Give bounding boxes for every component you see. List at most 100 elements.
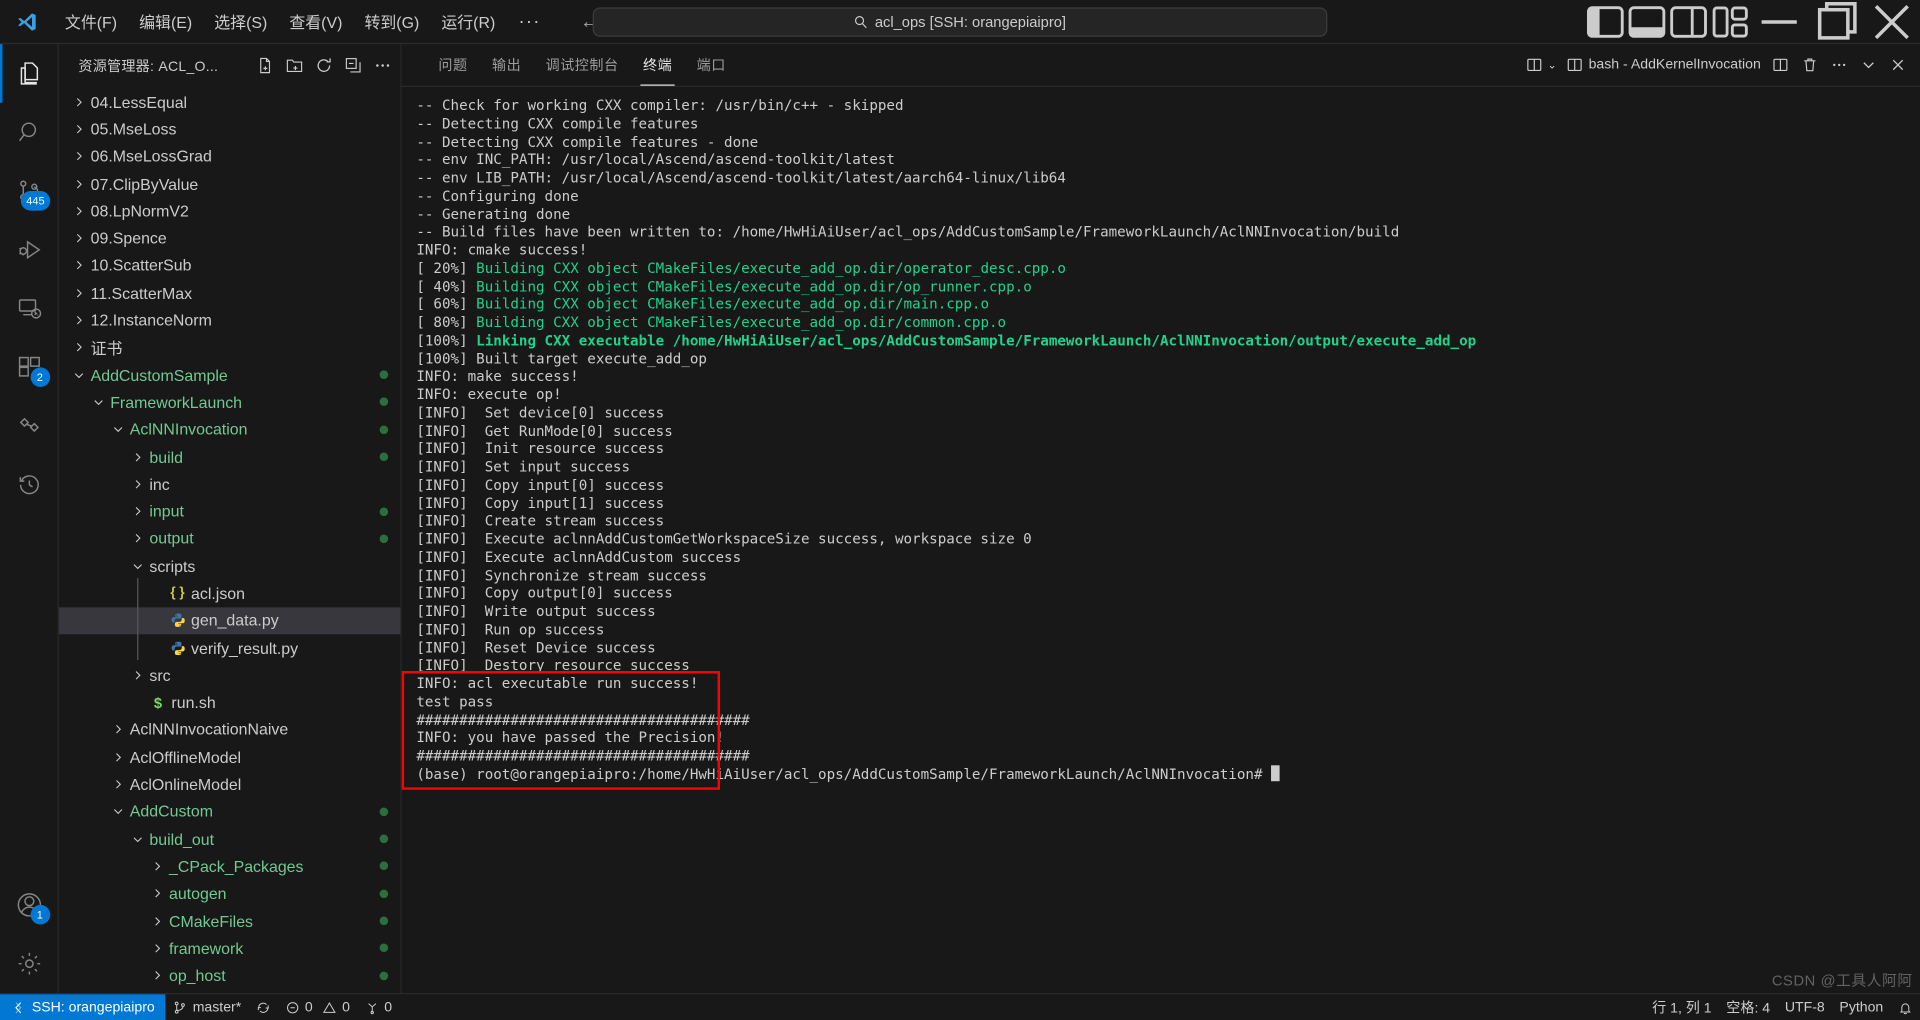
- new-folder-icon[interactable]: [280, 52, 307, 79]
- tree-folder-item[interactable]: AclNNInvocationNaive: [59, 716, 401, 743]
- chevron-right-icon[interactable]: [69, 286, 89, 299]
- chevron-right-icon[interactable]: [108, 723, 128, 736]
- status-problems[interactable]: 0 0: [278, 994, 357, 1020]
- toggle-primary-sidebar-icon[interactable]: [1585, 0, 1627, 43]
- chevron-down-icon[interactable]: [127, 832, 147, 845]
- status-indentation[interactable]: 空格: 4: [1719, 997, 1778, 1017]
- refresh-icon[interactable]: [310, 52, 337, 79]
- menu-go[interactable]: 转到(G): [353, 5, 430, 38]
- chevron-down-icon[interactable]: [108, 423, 128, 436]
- chevron-right-icon[interactable]: [147, 941, 167, 954]
- status-notifications-icon[interactable]: [1891, 1000, 1920, 1015]
- chevron-right-icon[interactable]: [108, 750, 128, 763]
- tree-folder-item[interactable]: 04.LessEqual: [59, 88, 401, 115]
- menu-edit[interactable]: 编辑(E): [128, 5, 203, 38]
- active-terminal-tab[interactable]: bash - AddKernelInvocation: [1562, 50, 1766, 79]
- terminal-output[interactable]: -- Check for working CXX compiler: /usr/…: [401, 86, 1920, 994]
- chevron-right-icon[interactable]: [69, 95, 89, 108]
- status-branch[interactable]: master*: [166, 994, 249, 1020]
- command-center[interactable]: acl_ops [SSH: orangepiaipro]: [592, 6, 1328, 37]
- tree-folder-item[interactable]: 10.ScatterSub: [59, 252, 401, 279]
- chevron-right-icon[interactable]: [108, 778, 128, 791]
- chevron-right-icon[interactable]: [147, 969, 167, 982]
- collapse-all-icon[interactable]: [339, 52, 366, 79]
- toggle-secondary-sidebar-icon[interactable]: [1668, 0, 1710, 43]
- status-cursor-position[interactable]: 行 1, 列 1: [1645, 997, 1719, 1017]
- activity-item-source-control[interactable]: 445: [0, 162, 58, 221]
- chevron-right-icon[interactable]: [69, 232, 89, 245]
- tab-output[interactable]: 输出: [480, 44, 534, 86]
- tree-folder-item[interactable]: CMakeFiles: [59, 907, 401, 934]
- toggle-panel-icon[interactable]: [1626, 0, 1668, 43]
- customize-layout-icon[interactable]: [1709, 0, 1751, 43]
- split-terminal-dropdown-icon[interactable]: ⌄: [1521, 50, 1562, 79]
- tree-file-item[interactable]: verify_result.py: [59, 634, 401, 661]
- activity-item-run-and-debug[interactable]: [0, 220, 58, 279]
- activity-item-testing[interactable]: [0, 397, 58, 456]
- activity-item-timeline[interactable]: [0, 456, 58, 515]
- tree-folder-item[interactable]: autogen: [59, 880, 401, 907]
- activity-item-search[interactable]: [0, 103, 58, 162]
- chevron-right-icon[interactable]: [147, 914, 167, 927]
- activity-item-accounts[interactable]: 1: [0, 876, 58, 935]
- chevron-right-icon[interactable]: [69, 150, 89, 163]
- menu-selection[interactable]: 选择(S): [203, 5, 278, 38]
- tree-folder-item[interactable]: 09.Spence: [59, 225, 401, 252]
- tree-folder-item[interactable]: src: [59, 662, 401, 689]
- tree-folder-item[interactable]: op_host: [59, 962, 401, 989]
- file-tree[interactable]: 04.LessEqual 05.MseLoss 06.MseLossGrad 07.C…: [58, 87, 401, 993]
- activity-item-settings[interactable]: [0, 934, 58, 993]
- window-minimize-button[interactable]: [1751, 0, 1807, 43]
- status-ports[interactable]: 0: [357, 994, 399, 1020]
- chevron-right-icon[interactable]: [127, 477, 147, 490]
- chevron-right-icon[interactable]: [69, 204, 89, 217]
- chevron-right-icon[interactable]: [147, 887, 167, 900]
- menu-view[interactable]: 查看(V): [278, 5, 353, 38]
- window-maximize-button[interactable]: [1807, 0, 1863, 43]
- chevron-right-icon[interactable]: [127, 668, 147, 681]
- chevron-down-icon[interactable]: [88, 395, 108, 408]
- tree-folder-item[interactable]: 08.LpNormV2: [59, 197, 401, 224]
- tree-folder-item[interactable]: build_out: [59, 825, 401, 852]
- chevron-down-icon[interactable]: [127, 559, 147, 572]
- more-actions-icon[interactable]: [369, 52, 396, 79]
- tree-folder-item[interactable]: AddCustom: [59, 798, 401, 825]
- chevron-right-icon[interactable]: [147, 860, 167, 873]
- tree-folder-item[interactable]: FrameworkLaunch: [59, 388, 401, 415]
- tree-folder-item[interactable]: 12.InstanceNorm: [59, 307, 401, 334]
- hide-panel-icon[interactable]: [1854, 50, 1883, 79]
- menu-more-icon[interactable]: ···: [506, 12, 553, 30]
- new-file-icon[interactable]: [251, 52, 278, 79]
- tree-file-item[interactable]: { } acl.json: [59, 580, 401, 607]
- status-remote-host[interactable]: SSH: orangepiaipro: [0, 994, 166, 1020]
- tree-folder-item[interactable]: AclOnlineModel: [59, 771, 401, 798]
- chevron-right-icon[interactable]: [127, 505, 147, 518]
- split-terminal-icon[interactable]: [1766, 50, 1795, 79]
- tree-folder-item[interactable]: 06.MseLossGrad: [59, 143, 401, 170]
- tab-ports[interactable]: 端口: [684, 44, 738, 86]
- tree-folder-item[interactable]: AclNNInvocation: [59, 416, 401, 443]
- tree-folder-item[interactable]: 证书: [59, 334, 401, 361]
- status-encoding[interactable]: UTF-8: [1777, 1000, 1832, 1015]
- activity-item-explorer[interactable]: [0, 44, 58, 103]
- chevron-down-icon[interactable]: [108, 805, 128, 818]
- panel-more-actions-icon[interactable]: [1825, 50, 1854, 79]
- tree-folder-item[interactable]: AclOfflineModel: [59, 743, 401, 770]
- tab-terminal[interactable]: 终端: [631, 44, 685, 86]
- window-close-button[interactable]: [1864, 0, 1920, 43]
- tree-folder-item[interactable]: build: [59, 443, 401, 470]
- tree-file-item[interactable]: gen_data.py: [58, 606, 401, 635]
- close-panel-icon[interactable]: [1883, 50, 1912, 79]
- tab-debug-console[interactable]: 调试控制台: [533, 44, 630, 86]
- tree-folder-item[interactable]: 05.MseLoss: [59, 115, 401, 142]
- kill-terminal-icon[interactable]: [1795, 50, 1824, 79]
- tree-folder-item[interactable]: inc: [59, 470, 401, 497]
- chevron-right-icon[interactable]: [69, 341, 89, 354]
- tree-file-item[interactable]: $ run.sh: [59, 689, 401, 716]
- tree-folder-item[interactable]: framework: [59, 935, 401, 962]
- menu-run[interactable]: 运行(R): [430, 5, 506, 38]
- tree-folder-item[interactable]: 07.ClipByValue: [59, 170, 401, 197]
- chevron-right-icon[interactable]: [69, 259, 89, 272]
- menu-file[interactable]: 文件(F): [54, 5, 128, 38]
- chevron-right-icon[interactable]: [69, 177, 89, 190]
